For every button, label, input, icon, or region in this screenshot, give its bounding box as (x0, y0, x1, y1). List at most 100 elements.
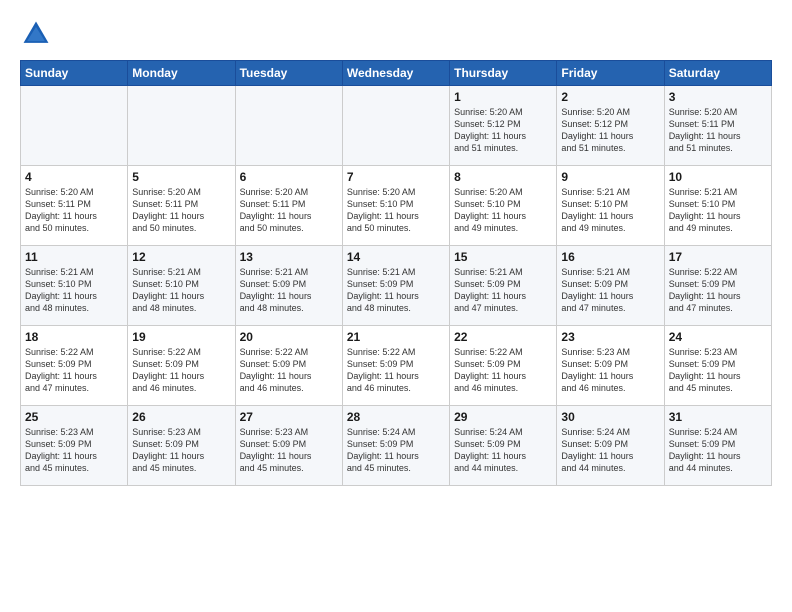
day-number: 20 (240, 330, 338, 344)
day-cell: 8Sunrise: 5:20 AM Sunset: 5:10 PM Daylig… (450, 166, 557, 246)
week-row-5: 25 Sunrise: 5:23 AM Sunset: 5:09 PM Dayli… (21, 406, 772, 486)
day-cell: 5 Sunrise: 5:20 AM Sunset: 5:11 PM Daylig… (128, 166, 235, 246)
day-number: 31 (669, 410, 767, 424)
day-cell: 16 Sunrise: 5:21 AM Sunset: 5:09 PM Dayli… (557, 246, 664, 326)
header-row: SundayMondayTuesdayWednesdayThursdayFrid… (21, 61, 772, 86)
header (20, 18, 772, 50)
day-info: Sunrise: 5:21 AM Sunset: 5:10 PM Dayligh… (132, 266, 230, 315)
day-cell: 1 Sunrise: 5:20 AM Sunset: 5:12 PM Daylig… (450, 86, 557, 166)
day-cell: 20 Sunrise: 5:22 AM Sunset: 5:09 PM Dayli… (235, 326, 342, 406)
logo-icon (20, 18, 52, 50)
day-number: 22 (454, 330, 552, 344)
day-cell: 29 Sunrise: 5:24 AM Sunset: 5:09 PM Dayli… (450, 406, 557, 486)
day-cell: 28Sunrise: 5:24 AM Sunset: 5:09 PM Dayli… (342, 406, 449, 486)
day-cell: 30Sunrise: 5:24 AM Sunset: 5:09 PM Dayli… (557, 406, 664, 486)
day-cell: 27Sunrise: 5:23 AM Sunset: 5:09 PM Dayli… (235, 406, 342, 486)
day-cell: 26 Sunrise: 5:23 AM Sunset: 5:09 PM Dayli… (128, 406, 235, 486)
day-cell: 15Sunrise: 5:21 AM Sunset: 5:09 PM Dayli… (450, 246, 557, 326)
day-number: 1 (454, 90, 552, 104)
day-number: 26 (132, 410, 230, 424)
day-number: 27 (240, 410, 338, 424)
header-cell-tuesday: Tuesday (235, 61, 342, 86)
day-number: 2 (561, 90, 659, 104)
day-info: Sunrise: 5:20 AM Sunset: 5:11 PM Dayligh… (669, 106, 767, 155)
day-cell (235, 86, 342, 166)
day-info: Sunrise: 5:22 AM Sunset: 5:09 PM Dayligh… (347, 346, 445, 395)
day-cell: 31 Sunrise: 5:24 AM Sunset: 5:09 PM Dayli… (664, 406, 771, 486)
day-cell: 2 Sunrise: 5:20 AM Sunset: 5:12 PM Daylig… (557, 86, 664, 166)
day-number: 17 (669, 250, 767, 264)
header-cell-monday: Monday (128, 61, 235, 86)
day-number: 9 (561, 170, 659, 184)
day-cell: 24 Sunrise: 5:23 AM Sunset: 5:09 PM Dayli… (664, 326, 771, 406)
day-info: Sunrise: 5:23 AM Sunset: 5:09 PM Dayligh… (132, 426, 230, 475)
day-number: 28 (347, 410, 445, 424)
week-row-3: 11 Sunrise: 5:21 AM Sunset: 5:10 PM Dayli… (21, 246, 772, 326)
day-cell: 13 Sunrise: 5:21 AM Sunset: 5:09 PM Dayli… (235, 246, 342, 326)
day-cell: 23 Sunrise: 5:23 AM Sunset: 5:09 PM Dayli… (557, 326, 664, 406)
day-cell (21, 86, 128, 166)
day-number: 12 (132, 250, 230, 264)
day-info: Sunrise: 5:20 AM Sunset: 5:12 PM Dayligh… (454, 106, 552, 155)
day-info: Sunrise: 5:21 AM Sunset: 5:10 PM Dayligh… (669, 186, 767, 235)
week-row-1: 1 Sunrise: 5:20 AM Sunset: 5:12 PM Daylig… (21, 86, 772, 166)
day-cell: 7 Sunrise: 5:20 AM Sunset: 5:10 PM Daylig… (342, 166, 449, 246)
day-cell: 6 Sunrise: 5:20 AM Sunset: 5:11 PM Daylig… (235, 166, 342, 246)
day-number: 14 (347, 250, 445, 264)
day-number: 11 (25, 250, 123, 264)
day-number: 23 (561, 330, 659, 344)
day-number: 5 (132, 170, 230, 184)
day-cell: 22 Sunrise: 5:22 AM Sunset: 5:09 PM Dayli… (450, 326, 557, 406)
day-cell: 21 Sunrise: 5:22 AM Sunset: 5:09 PM Dayli… (342, 326, 449, 406)
day-cell: 19Sunrise: 5:22 AM Sunset: 5:09 PM Dayli… (128, 326, 235, 406)
day-info: Sunrise: 5:23 AM Sunset: 5:09 PM Dayligh… (25, 426, 123, 475)
day-number: 19 (132, 330, 230, 344)
day-info: Sunrise: 5:20 AM Sunset: 5:12 PM Dayligh… (561, 106, 659, 155)
day-number: 8 (454, 170, 552, 184)
day-cell: 3Sunrise: 5:20 AM Sunset: 5:11 PM Daylig… (664, 86, 771, 166)
week-row-2: 4 Sunrise: 5:20 AM Sunset: 5:11 PM Daylig… (21, 166, 772, 246)
day-cell: 10 Sunrise: 5:21 AM Sunset: 5:10 PM Dayli… (664, 166, 771, 246)
day-info: Sunrise: 5:22 AM Sunset: 5:09 PM Dayligh… (454, 346, 552, 395)
week-row-4: 18Sunrise: 5:22 AM Sunset: 5:09 PM Dayli… (21, 326, 772, 406)
day-cell: 11 Sunrise: 5:21 AM Sunset: 5:10 PM Dayli… (21, 246, 128, 326)
day-number: 16 (561, 250, 659, 264)
day-info: Sunrise: 5:21 AM Sunset: 5:09 PM Dayligh… (561, 266, 659, 315)
day-info: Sunrise: 5:24 AM Sunset: 5:09 PM Dayligh… (669, 426, 767, 475)
day-info: Sunrise: 5:24 AM Sunset: 5:09 PM Dayligh… (454, 426, 552, 475)
day-number: 15 (454, 250, 552, 264)
day-info: Sunrise: 5:21 AM Sunset: 5:10 PM Dayligh… (25, 266, 123, 315)
logo (20, 18, 56, 50)
day-info: Sunrise: 5:20 AM Sunset: 5:11 PM Dayligh… (132, 186, 230, 235)
calendar-body: 1 Sunrise: 5:20 AM Sunset: 5:12 PM Daylig… (21, 86, 772, 486)
day-cell: 4Sunrise: 5:20 AM Sunset: 5:11 PM Daylig… (21, 166, 128, 246)
day-number: 24 (669, 330, 767, 344)
day-number: 6 (240, 170, 338, 184)
day-info: Sunrise: 5:20 AM Sunset: 5:11 PM Dayligh… (240, 186, 338, 235)
day-info: Sunrise: 5:21 AM Sunset: 5:09 PM Dayligh… (240, 266, 338, 315)
calendar-header: SundayMondayTuesdayWednesdayThursdayFrid… (21, 61, 772, 86)
day-number: 25 (25, 410, 123, 424)
day-number: 4 (25, 170, 123, 184)
header-cell-saturday: Saturday (664, 61, 771, 86)
day-info: Sunrise: 5:23 AM Sunset: 5:09 PM Dayligh… (669, 346, 767, 395)
header-cell-sunday: Sunday (21, 61, 128, 86)
day-cell: 14Sunrise: 5:21 AM Sunset: 5:09 PM Dayli… (342, 246, 449, 326)
day-cell: 17 Sunrise: 5:22 AM Sunset: 5:09 PM Dayli… (664, 246, 771, 326)
day-cell (128, 86, 235, 166)
day-info: Sunrise: 5:23 AM Sunset: 5:09 PM Dayligh… (561, 346, 659, 395)
calendar-page: SundayMondayTuesdayWednesdayThursdayFrid… (0, 0, 792, 612)
day-number: 10 (669, 170, 767, 184)
day-info: Sunrise: 5:22 AM Sunset: 5:09 PM Dayligh… (25, 346, 123, 395)
day-number: 21 (347, 330, 445, 344)
header-cell-wednesday: Wednesday (342, 61, 449, 86)
day-number: 30 (561, 410, 659, 424)
header-cell-thursday: Thursday (450, 61, 557, 86)
day-info: Sunrise: 5:20 AM Sunset: 5:10 PM Dayligh… (347, 186, 445, 235)
day-cell: 9Sunrise: 5:21 AM Sunset: 5:10 PM Daylig… (557, 166, 664, 246)
day-info: Sunrise: 5:22 AM Sunset: 5:09 PM Dayligh… (669, 266, 767, 315)
day-number: 7 (347, 170, 445, 184)
day-info: Sunrise: 5:22 AM Sunset: 5:09 PM Dayligh… (240, 346, 338, 395)
day-number: 29 (454, 410, 552, 424)
day-number: 13 (240, 250, 338, 264)
